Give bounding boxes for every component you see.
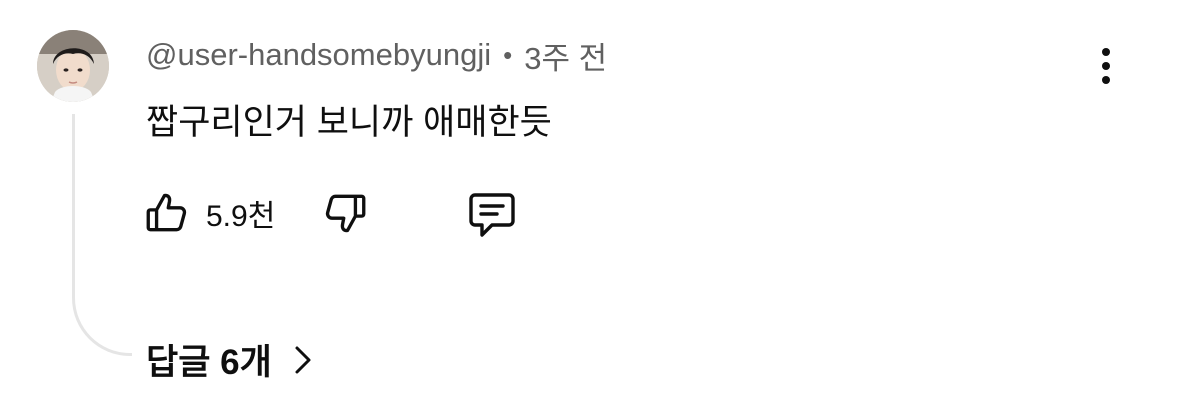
like-count: 5.9천 [206,200,276,233]
reply-thread-line [72,114,132,356]
replies-label: 답글 6개 [146,343,272,382]
thumbs-up-icon [146,193,187,232]
chevron-right-icon [295,346,311,373]
dislike-button[interactable] [320,188,370,243]
more-options-button[interactable] [1088,42,1124,90]
comment-time: 3주 전 [524,40,608,76]
meta-separator: • [503,39,513,70]
view-replies-button[interactable]: 답글 6개 [146,334,312,385]
thumbs-down-icon [325,194,366,233]
more-vertical-icon [1102,48,1110,56]
comment-meta: @user-handsomebyungji • 3주 전 [146,34,607,76]
reply-button[interactable] [466,190,518,245]
comment-text: 짭구리인거 보니까 애매한듯 [146,103,552,142]
author-handle[interactable]: @user-handsomebyungji [146,37,491,73]
like-button[interactable]: 5.9천 [142,188,275,238]
comment-icon [469,193,515,237]
avatar[interactable] [37,30,109,102]
